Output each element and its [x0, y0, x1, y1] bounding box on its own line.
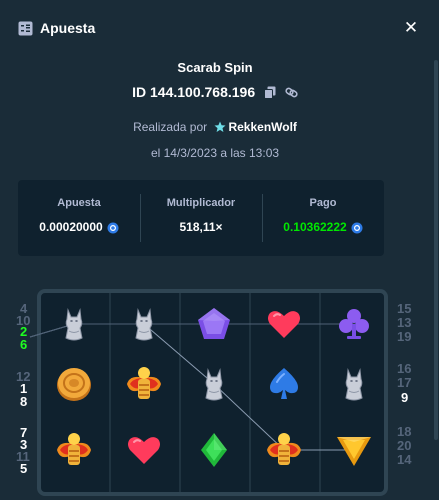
- payline-number: 9: [401, 390, 409, 405]
- payline-number: 19: [397, 329, 412, 344]
- close-icon: ✕: [403, 18, 419, 37]
- game-title[interactable]: Scarab Spin: [0, 60, 430, 75]
- stat-payout: Pago 0.10362222: [262, 180, 384, 256]
- copy-icon[interactable]: [264, 86, 276, 99]
- stat-multiplier: Multiplicador 518,11×: [140, 180, 262, 256]
- payline-number: 15: [397, 301, 412, 316]
- club-symbol-icon: [334, 304, 374, 344]
- heart-symbol-icon: [124, 430, 164, 470]
- scrollbar[interactable]: [434, 60, 438, 440]
- cat-symbol-icon: [334, 364, 374, 404]
- payline-number: 17: [397, 375, 412, 390]
- diamond-symbol-icon: [194, 430, 234, 470]
- bet-slip-icon: [18, 21, 33, 36]
- cat-symbol-icon: [194, 364, 234, 404]
- pentagon-symbol-icon: [194, 304, 234, 344]
- spade-symbol-icon: [264, 364, 304, 404]
- bet-date: el 14/3/2023 a las 13:03: [150, 146, 280, 160]
- scarab-symbol-icon: [264, 430, 304, 470]
- close-button[interactable]: ✕: [402, 18, 420, 38]
- payline-number: 8: [20, 394, 28, 409]
- bet-amount-label: Apuesta: [57, 197, 101, 209]
- link-icon[interactable]: [285, 86, 298, 99]
- payout-value-row: 0.10362222: [262, 220, 384, 234]
- payline-number: 14: [397, 452, 412, 467]
- payline-number: 13: [397, 315, 412, 330]
- vip-star-icon: [214, 121, 226, 132]
- payline-number: 18: [397, 424, 412, 439]
- coin-symbol-icon: [54, 364, 94, 404]
- payline-number: 16: [397, 361, 412, 376]
- crypto-coin-icon: [351, 222, 363, 234]
- scarab-symbol-icon: [124, 364, 164, 404]
- cat-symbol-icon: [124, 304, 164, 344]
- stat-bet: Apuesta 0.00020000: [18, 180, 140, 256]
- scarab-symbol-icon: [54, 430, 94, 470]
- bet-stats-panel: Apuesta 0.00020000 Multiplicador 518,11×…: [18, 180, 384, 256]
- cat-symbol-icon: [54, 304, 94, 344]
- payline-number: 20: [397, 438, 412, 453]
- bet-amount-value: 0.00020000: [39, 220, 103, 234]
- multiplier-value: 518,11×: [179, 220, 223, 234]
- placed-by-prefix: Realizada por: [133, 120, 208, 134]
- bet-id-row: ID 144.100.768.196: [0, 84, 430, 100]
- payout-value: 0.10362222: [283, 220, 347, 234]
- modal-title: Apuesta: [40, 20, 96, 36]
- username[interactable]: RekkenWolf: [228, 120, 296, 134]
- multiplier-label: Multiplicador: [166, 197, 236, 209]
- heart-symbol-icon: [264, 304, 304, 344]
- bet-id: ID 144.100.768.196: [132, 84, 256, 100]
- payout-label: Pago: [309, 197, 337, 209]
- crypto-coin-icon: [107, 222, 119, 234]
- bet-amount-value-row: 0.00020000: [18, 220, 140, 234]
- bet-details-modal: Apuesta ✕ Scarab Spin ID 144.100.768.196…: [0, 0, 439, 500]
- payline-number: 6: [20, 337, 28, 352]
- triangle-symbol-icon: [334, 430, 374, 470]
- placed-by: Realizada por RekkenWolf: [0, 120, 430, 134]
- modal-header: Apuesta ✕: [0, 0, 439, 58]
- payline-number: 5: [20, 461, 28, 476]
